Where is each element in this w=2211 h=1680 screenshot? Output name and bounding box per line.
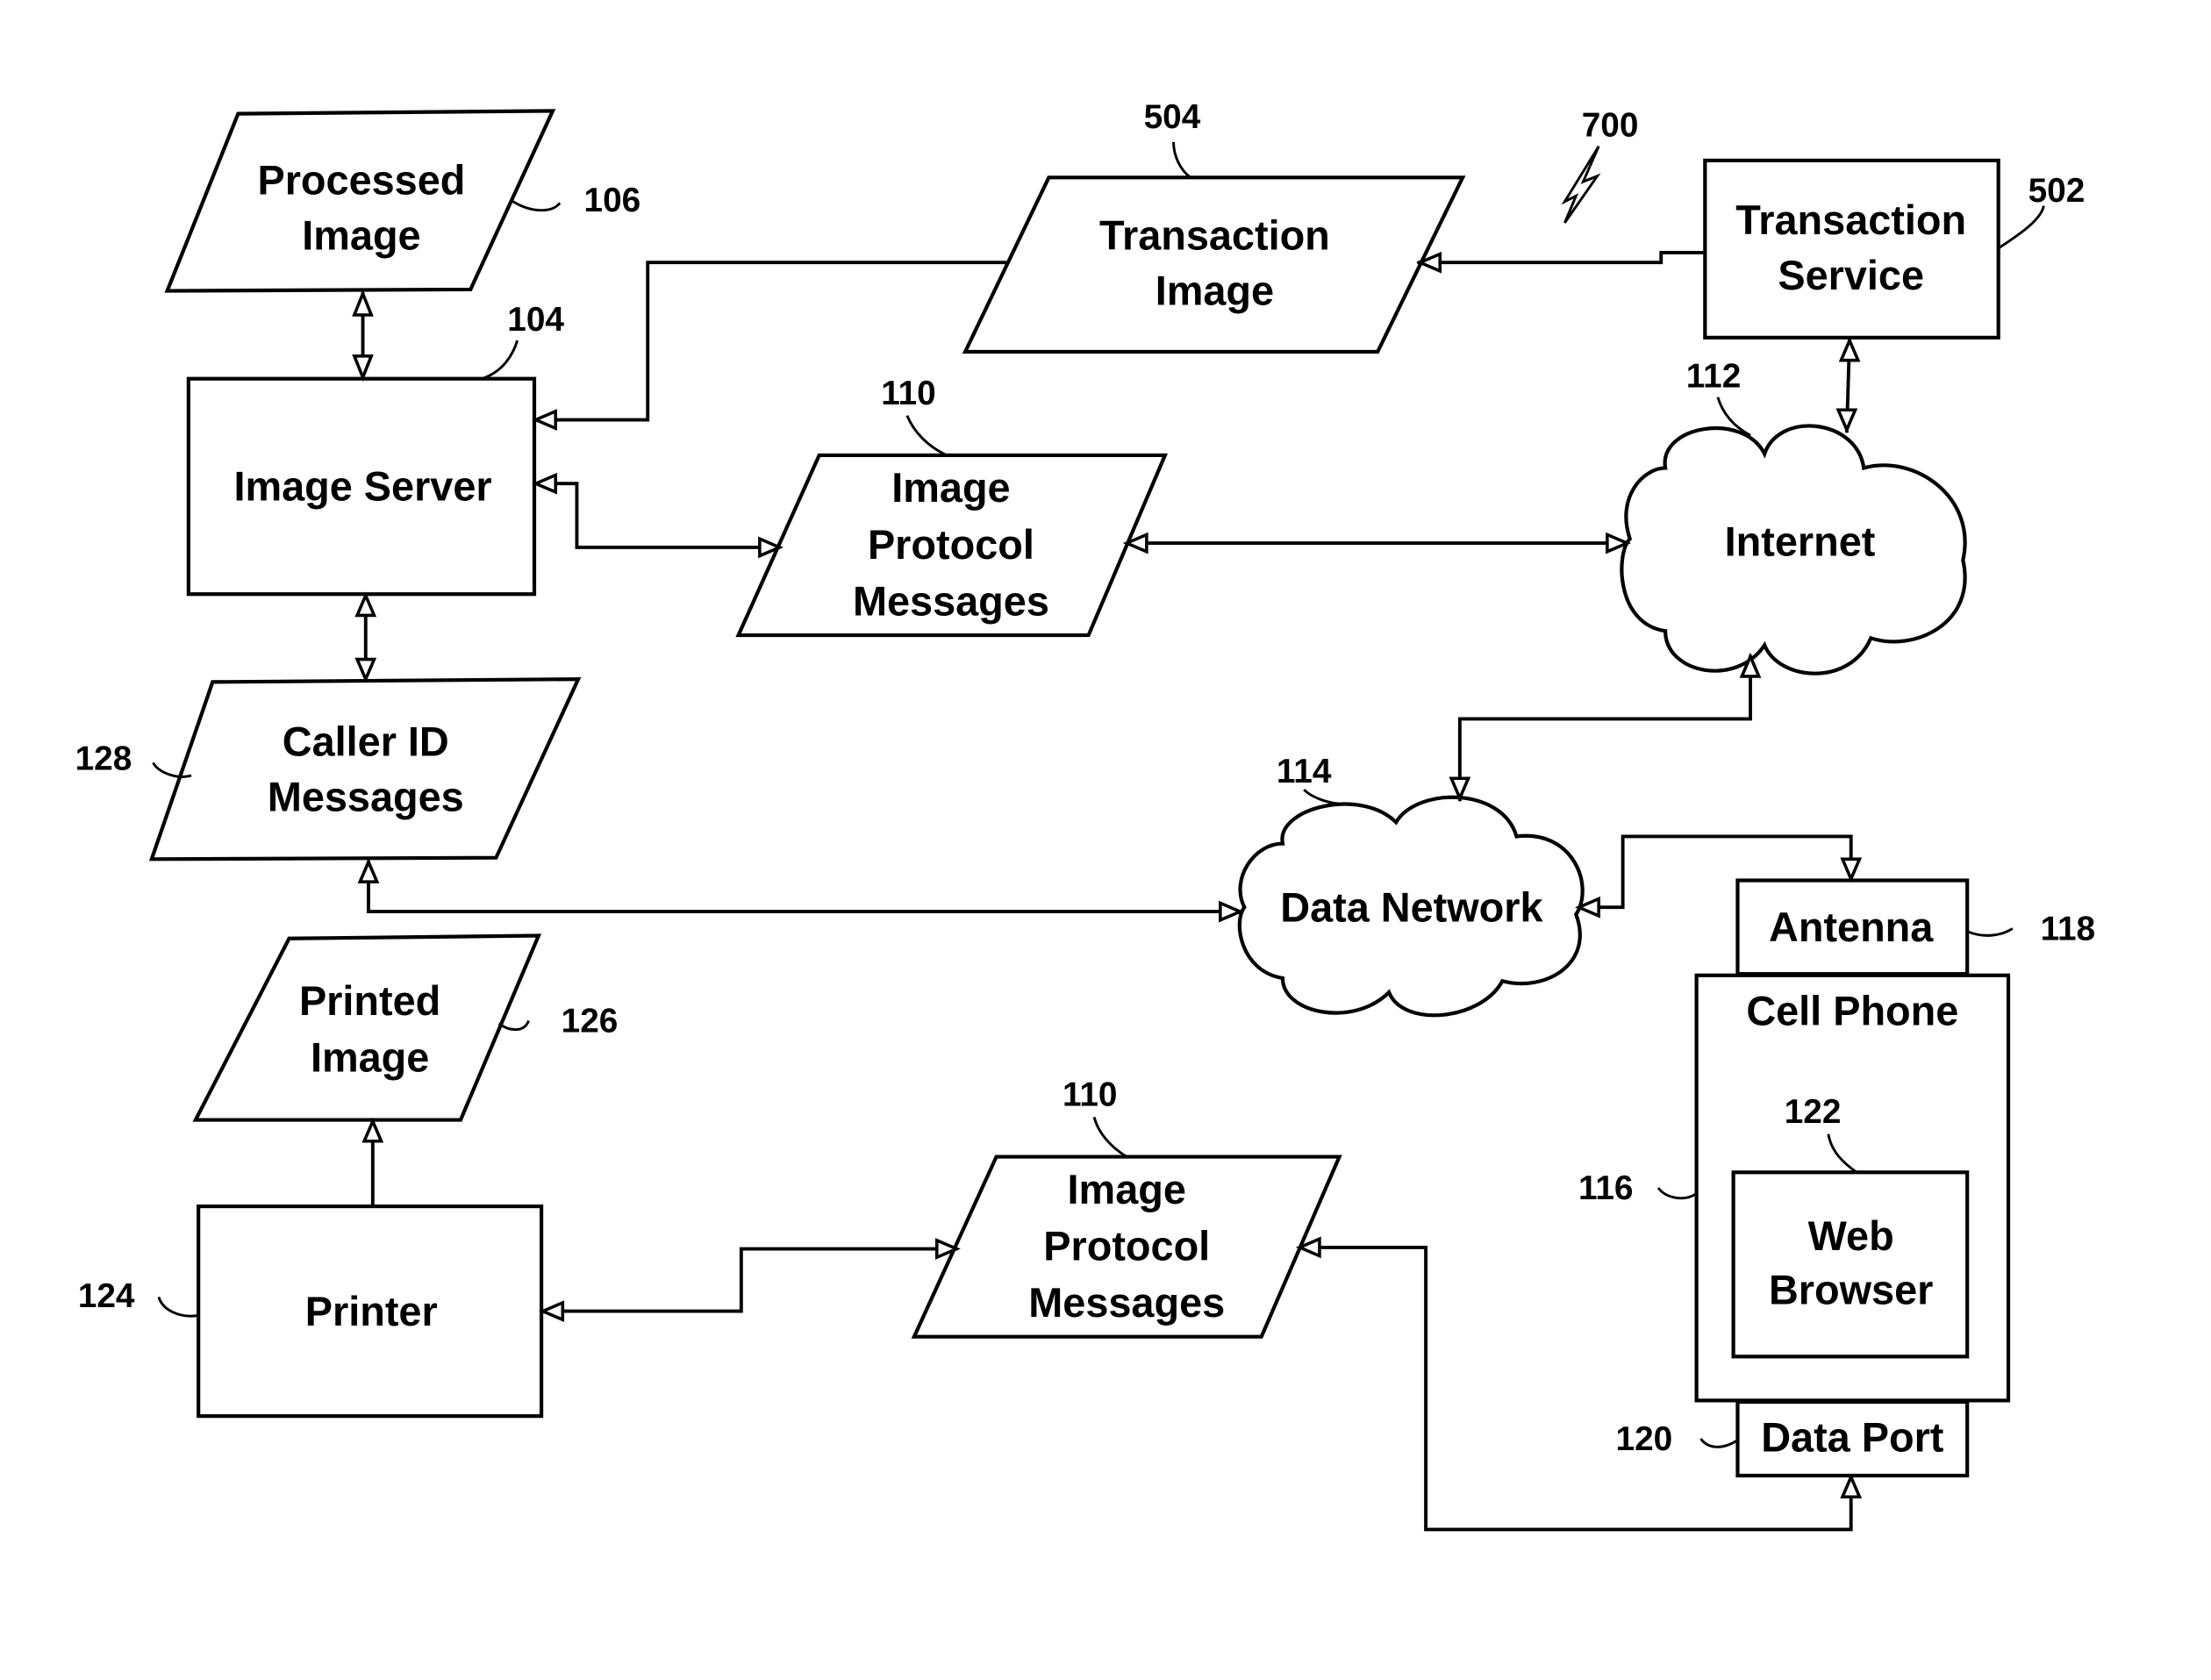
arrowhead xyxy=(1838,336,1861,362)
printed-image-label-2: Image xyxy=(311,1035,429,1081)
web-browser-label-1: Web xyxy=(1808,1213,1894,1259)
caller-id-label-1: Caller ID xyxy=(283,718,449,764)
connector-printer-protocol xyxy=(541,1247,957,1313)
ref-504: 504 xyxy=(1144,98,1201,136)
lead-502 xyxy=(1997,205,2045,250)
arrowhead xyxy=(1219,900,1244,923)
lead-110-bottom xyxy=(1092,1116,1127,1158)
printed-image-node xyxy=(192,933,542,1122)
ref-700: 700 xyxy=(1582,106,1639,144)
lead-118 xyxy=(1966,927,2014,937)
lead-114 xyxy=(1303,789,1340,805)
ref-106: 106 xyxy=(584,182,641,219)
ref-116: 116 xyxy=(1578,1169,1634,1207)
arrowhead xyxy=(532,409,558,431)
antenna-label: Antenna xyxy=(1769,904,1934,950)
arrowhead xyxy=(539,1300,565,1323)
image-protocol-bottom-label-3: Messages xyxy=(1028,1280,1225,1326)
system-diagram: Processed Image Image Server Transaction… xyxy=(75,98,2096,1532)
cell-phone-label: Cell Phone xyxy=(1746,988,1958,1033)
ref-112: 112 xyxy=(1686,357,1742,395)
transaction-image-node xyxy=(962,175,1466,354)
web-browser-label-2: Browser xyxy=(1769,1268,1933,1313)
connector-callerid-datanetwork xyxy=(367,860,1242,914)
image-protocol-top-label-1: Image xyxy=(891,465,1010,511)
arrowhead xyxy=(361,1117,384,1143)
ref-118: 118 xyxy=(2041,910,2096,947)
data-network-label: Data Network xyxy=(1280,884,1543,930)
connector-internet-datanetwork xyxy=(1457,654,1752,802)
processed-image-label-2: Image xyxy=(302,213,420,259)
ref-110-top: 110 xyxy=(881,375,936,412)
transaction-image-label-1: Transaction xyxy=(1099,213,1330,259)
lead-106 xyxy=(512,200,562,212)
printer-label: Printer xyxy=(305,1289,438,1334)
ref-502: 502 xyxy=(2029,172,2086,210)
ref-124: 124 xyxy=(78,1277,135,1315)
arrowhead xyxy=(354,591,377,618)
arrowhead xyxy=(1840,1473,1863,1499)
arrowhead xyxy=(357,858,380,883)
arrowhead xyxy=(1840,857,1863,883)
arrowhead xyxy=(352,354,374,382)
ref-114: 114 xyxy=(1277,753,1332,790)
image-protocol-bottom-label-1: Image xyxy=(1068,1167,1186,1212)
arrowhead xyxy=(352,289,374,317)
image-protocol-top-label-2: Protocol xyxy=(868,522,1034,568)
arrowhead xyxy=(354,657,377,683)
caller-id-label-2: Messages xyxy=(268,774,464,819)
arrowhead xyxy=(1449,776,1471,803)
web-browser-node xyxy=(1731,1170,1970,1359)
ref-110-bottom: 110 xyxy=(1063,1076,1118,1113)
ref-104: 104 xyxy=(507,301,564,339)
lead-504 xyxy=(1172,141,1191,179)
transaction-service-node xyxy=(1703,158,2000,340)
lead-104 xyxy=(481,340,519,381)
arrowhead xyxy=(532,472,558,495)
ref-120: 120 xyxy=(1616,1420,1673,1458)
connector-service-transaction-image xyxy=(1417,250,1706,265)
lead-124 xyxy=(157,1296,199,1318)
ref-126: 126 xyxy=(562,1002,619,1040)
image-protocol-bottom-label-2: Protocol xyxy=(1043,1223,1210,1269)
image-server-label: Image Server xyxy=(233,464,491,510)
ref-128: 128 xyxy=(75,740,132,778)
lightning-700-icon xyxy=(1561,146,1601,224)
transaction-image-label-2: Image xyxy=(1156,268,1274,314)
lead-120 xyxy=(1699,1438,1739,1448)
caller-id-messages-node xyxy=(148,677,582,861)
lead-110-top xyxy=(905,415,948,457)
data-port-label: Data Port xyxy=(1761,1415,1944,1461)
lead-116 xyxy=(1656,1187,1698,1200)
internet-label: Internet xyxy=(1725,519,1876,565)
printed-image-label-1: Printed xyxy=(299,978,440,1024)
arrowhead xyxy=(1835,408,1858,434)
image-protocol-top-label-3: Messages xyxy=(853,578,1049,624)
ref-122: 122 xyxy=(1785,1093,1842,1131)
connector-server-protocol xyxy=(534,482,780,549)
processed-image-label-1: Processed xyxy=(257,158,465,204)
transaction-service-label-2: Service xyxy=(1778,253,1924,298)
transaction-service-label-1: Transaction xyxy=(1735,197,1966,243)
